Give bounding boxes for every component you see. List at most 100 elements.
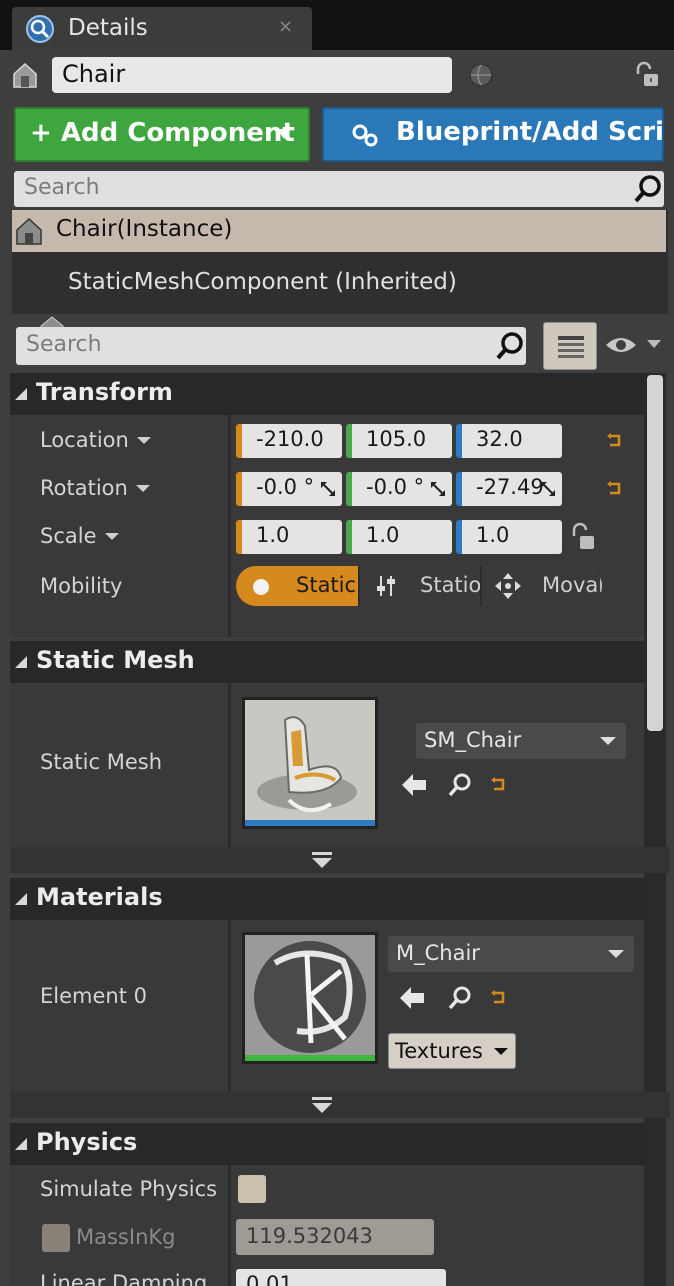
blueprint-add-script-button[interactable]: Blueprint/Add Scri [322,107,664,162]
category-static-mesh-header[interactable]: Static Mesh [10,641,644,683]
category-transform-body: Location -210.0 105.0 32.0 Rotation -0.0… [10,415,644,637]
material-combo[interactable]: M_Chair [388,936,634,972]
linear-damping-field[interactable]: 0.01 [236,1269,446,1286]
category-materials-body: Element 0 M_Chair Textures [10,920,644,1092]
static-icon [253,579,269,595]
rotation-z-value: -27.49 [476,475,544,499]
mobility-stationary-button[interactable]: Stationary [360,566,480,606]
scale-label-text: Scale [40,524,97,548]
browse-icon[interactable] [446,771,474,799]
search-icon [496,332,523,360]
location-z-field[interactable]: 32.0 [456,424,562,458]
location-label-text: Location [40,428,129,452]
expand-icon [312,852,332,868]
component-tree: Chair(Instance) StaticMeshComponent (Inh… [12,210,668,341]
textures-button[interactable]: Textures [388,1033,516,1069]
search-placeholder: Search [26,332,102,357]
chevron-down-icon [104,533,119,540]
location-x-field[interactable]: -210.0 [236,424,342,458]
category-title: Transform [36,378,173,406]
chevron-down-icon[interactable] [646,337,662,351]
reset-icon[interactable] [606,432,624,450]
scale-z-field[interactable]: 1.0 [456,520,562,554]
location-label[interactable]: Location [40,428,151,452]
collapse-triangle-icon [15,388,27,400]
spinner-icon[interactable] [430,481,446,497]
search-placeholder: Search [24,175,100,200]
column-divider [228,683,231,847]
mobility-static-button[interactable]: Static [236,566,358,606]
spinner-icon[interactable] [540,481,556,497]
tree-item-label: StaticMeshComponent (Inherited) [68,269,457,295]
material-thumbnail[interactable] [242,932,378,1064]
tree-item-label: Chair(Instance) [56,216,233,242]
rotation-y-field[interactable]: -0.0 ° [346,472,452,506]
chevron-down-icon [493,1048,508,1055]
add-component-button[interactable]: + Add Component [14,107,310,162]
rotation-z-field[interactable]: -27.49 [456,472,562,506]
gear-icon [352,124,378,147]
category-static-mesh-body: Static Mesh SM_Chair [10,683,644,847]
location-y-field[interactable]: 105.0 [346,424,452,458]
mass-override-checkbox[interactable] [42,1224,70,1252]
tab-details[interactable]: Details × [12,7,312,50]
mass-field[interactable]: 119.532043 [236,1219,434,1255]
scale-y-field[interactable]: 1.0 [346,520,452,554]
actor-icon [16,217,42,245]
chevron-down-icon [608,950,624,958]
column-divider [228,1165,231,1286]
tree-item-static-mesh-component[interactable]: StaticMeshComponent (Inherited) [12,256,666,341]
scale-label[interactable]: Scale [40,524,119,548]
globe-icon[interactable] [468,62,494,88]
mobility-movable-button[interactable]: Movable [482,566,602,606]
static-mesh-thumbnail[interactable] [242,697,378,829]
rotation-label-text: Rotation [40,476,128,500]
rotation-y-value: -0.0 ° [366,475,425,499]
details-icon [26,15,54,43]
chevron-down-icon [135,485,150,492]
move-arrows-icon [495,573,521,599]
category-physics-header[interactable]: Physics [10,1123,644,1165]
simulate-physics-checkbox[interactable] [238,1175,266,1203]
rotation-x-field[interactable]: -0.0 ° [236,472,342,506]
sliders-icon [377,576,395,596]
lock-icon[interactable] [632,60,662,90]
category-title: Static Mesh [36,646,195,674]
scrollbar[interactable] [644,373,666,1286]
mass-label: MassInKg [76,1225,176,1249]
actor-name-field[interactable]: Chair [52,57,452,93]
reset-icon[interactable] [490,776,508,794]
static-mesh-combo[interactable]: SM_Chair [416,723,626,759]
mobility-label: Mobility [40,574,123,598]
category-materials-header[interactable]: Materials [10,878,644,920]
blueprint-button-label: Blueprint/Add Scri [396,117,664,147]
lock-icon[interactable] [568,521,598,553]
material-asset-name: M_Chair [396,941,480,965]
category-transform-header[interactable]: Transform [10,373,644,415]
scrollbar-thumb[interactable] [647,375,663,731]
tree-item-chair-instance[interactable]: Chair(Instance) [12,210,666,252]
details-search-input[interactable]: Search [16,327,526,365]
property-matrix-button[interactable] [543,322,597,370]
browse-icon[interactable] [446,984,474,1012]
scale-x-field[interactable]: 1.0 [236,520,342,554]
reset-icon[interactable] [606,480,624,498]
close-icon[interactable]: × [278,16,293,37]
mobility-stationary-label: Stationary [420,573,480,597]
advanced-expand-bar[interactable] [10,847,670,873]
spinner-icon[interactable] [320,481,336,497]
actor-icon [13,62,37,88]
category-physics-body: Simulate Physics MassInKg 119.532043 Lin… [10,1165,644,1286]
chevron-down-icon [600,737,616,745]
advanced-expand-bar[interactable] [10,1092,670,1118]
reset-icon[interactable] [490,989,508,1007]
component-search-input[interactable]: Search [14,171,664,207]
static-mesh-asset-name: SM_Chair [424,728,522,752]
rotation-label[interactable]: Rotation [40,476,150,500]
tab-bar: Details × [0,0,674,50]
use-selected-icon[interactable] [398,984,426,1012]
rotation-x-value: -0.0 ° [256,475,315,499]
eye-icon[interactable] [604,333,638,357]
use-selected-icon[interactable] [400,771,428,799]
static-mesh-label: Static Mesh [40,750,163,774]
